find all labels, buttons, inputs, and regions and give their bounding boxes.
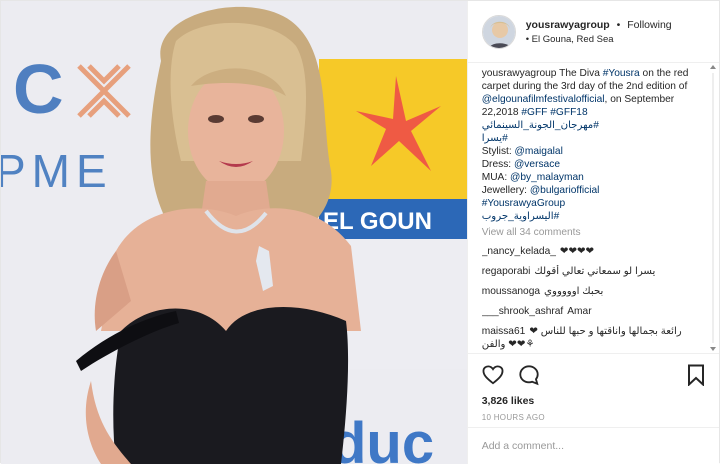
avatar[interactable] xyxy=(481,14,516,49)
post-actions: 3,826 likes 10 HOURS AGO xyxy=(467,353,719,422)
comment-text: يسرا لو سمعاني تعالي أقولك xyxy=(534,266,656,277)
hashtag-link[interactable]: #GFF18 xyxy=(550,107,587,118)
post-photo[interactable]: C PME EL GOUN duc xyxy=(1,1,467,464)
comment-username[interactable]: ___shrook_ashraf xyxy=(482,306,564,317)
backdrop-banner-text: EL GOUN xyxy=(323,208,432,235)
hashtag-link[interactable]: #Yousra xyxy=(603,68,640,79)
hashtag-link[interactable]: #YousrawyaGroup xyxy=(482,198,565,209)
scrollbar-track[interactable] xyxy=(712,73,714,343)
header-username[interactable]: yousrawyagroup xyxy=(526,19,610,31)
caption-label: MUA: xyxy=(481,172,511,183)
comment-username[interactable]: moussanoga xyxy=(482,286,540,297)
caption-label: Jewellery: xyxy=(481,185,530,196)
caption-label: Stylist: xyxy=(481,146,515,157)
view-all-comments-link[interactable]: View all 34 comments xyxy=(482,227,705,238)
mention-link[interactable]: @maigalal xyxy=(515,146,563,157)
comment-row: maissa61 ❤ رائعة بجمالها واناقتها و حبها … xyxy=(482,325,705,351)
heart-icon[interactable] xyxy=(482,365,504,385)
comment-text: بحبك اوووووي xyxy=(544,286,604,297)
caption-username[interactable]: yousrawyagroup xyxy=(482,68,557,79)
comment-text: ❤❤❤❤ xyxy=(559,246,595,257)
hashtag-link[interactable]: #مهرجان_الجونة_السينمائي xyxy=(482,120,599,131)
comment-text: Amar xyxy=(567,306,592,317)
header-separator: • xyxy=(616,18,621,31)
post-header: yousrawyagroup • Following • El Gouna, R… xyxy=(467,1,719,63)
comment-row: _nancy_kelada_ ❤❤❤❤ xyxy=(482,245,705,258)
comment-username[interactable]: regaporabi xyxy=(482,266,531,277)
backdrop-bottom-text: duc xyxy=(331,411,434,464)
post-sidebar: yousrawyagroup • Following • El Gouna, R… xyxy=(466,1,719,464)
instagram-post: C PME EL GOUN duc yousrawyagroup • Follo… xyxy=(0,0,720,464)
comments-scrollbar[interactable] xyxy=(710,63,716,353)
hashtag-link[interactable]: #يسرا xyxy=(482,133,508,144)
comment-row: regaporabi يسرا لو سمعاني تعالي أقولك xyxy=(482,265,705,278)
location-pin-icon: • xyxy=(525,33,530,45)
backdrop-letters-mid: PME xyxy=(1,145,113,197)
caption-label: Dress: xyxy=(481,159,514,170)
avatar-image xyxy=(482,15,515,48)
comment-username[interactable]: maissa61 xyxy=(482,326,526,337)
photo-illustration: C PME EL GOUN duc xyxy=(1,1,467,464)
bookmark-icon[interactable] xyxy=(687,364,705,386)
likes-count[interactable]: 3,826 likes xyxy=(482,395,705,407)
scroll-down-icon[interactable] xyxy=(710,347,716,351)
caption-text: The Diva xyxy=(556,68,603,79)
backdrop-letters-top: C xyxy=(13,50,64,128)
scroll-up-icon[interactable] xyxy=(710,65,716,69)
mention-link[interactable]: @elgounafilmfestivalofficial xyxy=(482,94,605,105)
mention-link[interactable]: @versace xyxy=(514,159,560,170)
comment-row: moussanoga بحبك اوووووي xyxy=(482,285,705,298)
comment-username[interactable]: _nancy_kelada_ xyxy=(482,246,556,257)
location-link[interactable]: El Gouna, Red Sea xyxy=(532,34,614,45)
comments-list[interactable]: yousrawyagroup The Diva #Yousra on the r… xyxy=(468,67,719,353)
follow-button[interactable]: Following xyxy=(627,19,671,31)
mention-link[interactable]: @bulgariofficial xyxy=(530,185,600,196)
hashtag-link[interactable]: #اليسراوية_جروب xyxy=(482,211,560,222)
post-timestamp[interactable]: 10 HOURS AGO xyxy=(482,413,705,422)
add-comment-field[interactable]: Add a comment... xyxy=(467,427,719,464)
action-icons xyxy=(482,362,705,388)
post-caption: yousrawyagroup The Diva #Yousra on the r… xyxy=(482,67,705,223)
comment-row: ___shrook_ashraf Amar xyxy=(482,305,705,318)
hashtag-link[interactable]: #GFF xyxy=(521,107,547,118)
mention-link[interactable]: @by_malayman xyxy=(510,172,584,183)
comment-icon[interactable] xyxy=(518,364,540,386)
